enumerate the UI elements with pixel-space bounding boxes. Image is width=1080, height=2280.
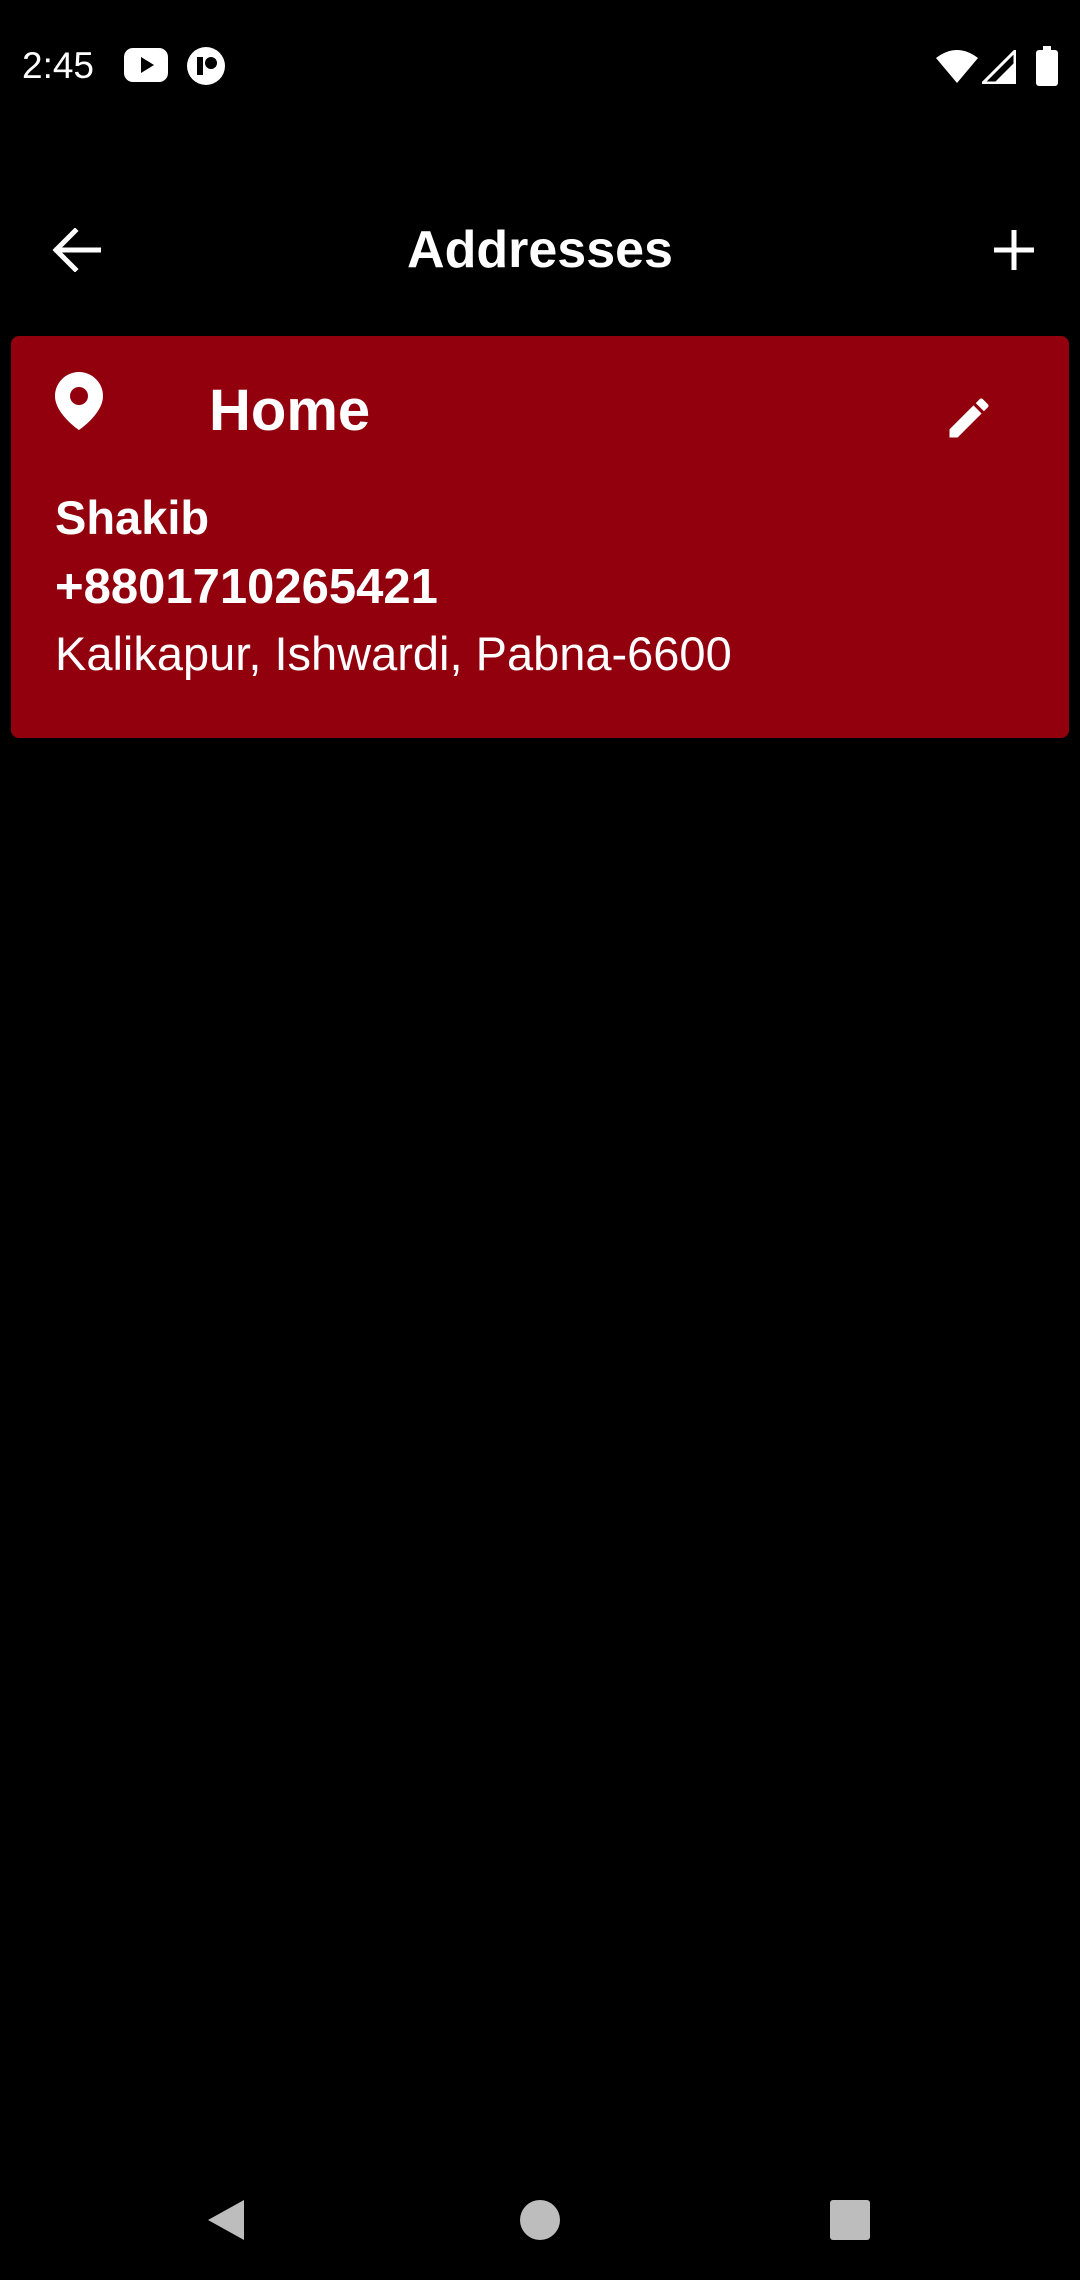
youtube-icon <box>124 48 168 82</box>
battery-icon <box>1036 46 1058 86</box>
street-address: Kalikapur, Ishwardi, Pabna-6600 <box>55 627 732 680</box>
navigation-bar <box>0 2160 1080 2280</box>
square-recents-icon <box>830 2200 870 2240</box>
address-card[interactable]: Home Shakib +8801710265421 Kalikapur, Is… <box>11 336 1069 738</box>
status-time: 2:45 <box>22 45 95 86</box>
triangle-back-icon <box>208 2200 244 2240</box>
circle-home-icon <box>520 2200 560 2240</box>
app-notification-icon <box>187 47 225 85</box>
nav-back-button[interactable] <box>186 2180 266 2260</box>
pencil-icon <box>949 398 989 438</box>
contact-phone: +8801710265421 <box>55 560 438 614</box>
status-bar: 2:45 <box>0 0 1080 130</box>
nav-recents-button[interactable] <box>810 2180 890 2260</box>
contact-name: Shakib <box>55 491 210 544</box>
nav-home-button[interactable] <box>500 2180 580 2260</box>
location-pin-icon <box>55 372 103 430</box>
add-address-button[interactable] <box>966 202 1062 298</box>
signal-icon <box>982 50 1016 84</box>
wifi-icon <box>936 50 978 83</box>
plus-icon <box>994 230 1034 270</box>
address-label: Home <box>209 378 371 443</box>
app-bar: Addresses <box>0 190 1080 310</box>
edit-address-button[interactable] <box>921 370 1017 466</box>
page-title: Addresses <box>407 221 673 279</box>
